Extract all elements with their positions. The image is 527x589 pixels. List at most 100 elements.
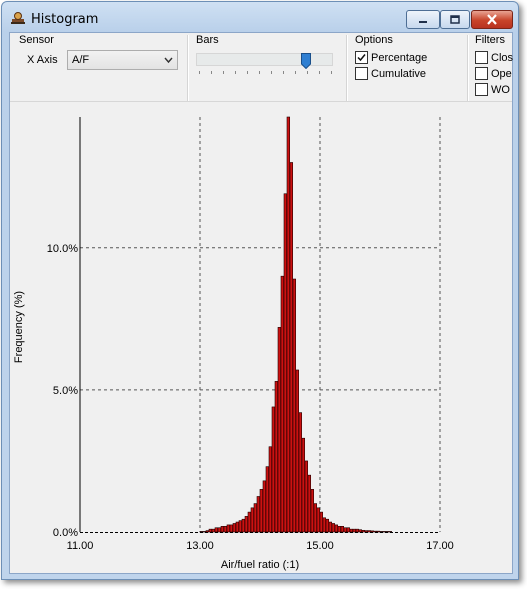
histogram-bar xyxy=(289,162,294,533)
y-axis-title: Frequency (%) xyxy=(13,291,25,363)
histogram-bar xyxy=(322,517,327,533)
histogram-bar xyxy=(382,531,387,533)
wot-label[interactable]: WO xyxy=(491,84,510,96)
x-axis-label: X Axis xyxy=(27,54,58,66)
histogram-bar xyxy=(232,523,237,533)
group-separator xyxy=(346,35,348,101)
close-icon xyxy=(487,14,497,25)
histogram-bar xyxy=(229,524,234,533)
title-bar[interactable]: Histogram xyxy=(2,2,518,36)
histogram-bar xyxy=(355,528,360,533)
histogram-bar xyxy=(217,527,222,533)
histogram-bar xyxy=(235,521,240,533)
histogram-bar xyxy=(256,496,261,533)
histogram-bar xyxy=(379,531,384,533)
group-separator xyxy=(187,35,189,101)
histogram-bar xyxy=(301,437,306,533)
bars-slider-thumb[interactable] xyxy=(301,53,311,69)
histogram-bar xyxy=(247,511,252,533)
histogram-bar xyxy=(352,528,357,533)
x-tick-label: 17.00 xyxy=(426,540,454,552)
histogram-bar xyxy=(244,516,249,533)
bars-slider-track[interactable] xyxy=(196,53,333,66)
cumulative-label[interactable]: Cumulative xyxy=(371,68,426,80)
histogram-bar xyxy=(337,526,342,533)
histogram-bar xyxy=(358,529,363,533)
histogram-bar xyxy=(361,529,366,533)
histogram-bar xyxy=(385,531,390,533)
histogram-bar xyxy=(388,531,393,533)
histogram-bar xyxy=(283,193,288,533)
histogram-bar xyxy=(286,116,291,533)
open-loop-label[interactable]: Ope xyxy=(491,68,512,80)
maximize-icon xyxy=(450,15,460,24)
histogram-bar xyxy=(268,446,273,533)
histogram-bar xyxy=(262,480,267,533)
histogram-bar xyxy=(238,520,243,533)
histogram-bar xyxy=(223,526,228,533)
histogram-bar xyxy=(319,511,324,533)
app-icon xyxy=(11,12,25,24)
minimize-icon xyxy=(419,20,427,23)
closed-loop-checkbox[interactable] xyxy=(475,51,488,64)
histogram-bar xyxy=(259,489,264,533)
filters-group-label: Filters xyxy=(475,34,505,46)
histogram-bar xyxy=(370,530,375,533)
chevron-down-icon xyxy=(164,57,173,64)
histogram-bar xyxy=(250,507,255,533)
histogram-bar xyxy=(364,530,369,533)
closed-loop-label[interactable]: Clos xyxy=(491,52,513,64)
histogram-bar xyxy=(211,528,216,533)
group-separator xyxy=(467,35,469,101)
histogram-bar xyxy=(310,489,315,533)
plot-area: 0.0% 5.0% 10.0% 11.00 13.00 15.00 17.00 Air/f… xyxy=(10,102,512,573)
histogram-bar xyxy=(271,406,276,533)
x-tick-label: 15.00 xyxy=(306,540,334,552)
toolbar-groups: Sensor X Axis A/F Bars Options Percentag… xyxy=(10,33,513,102)
histogram-bar xyxy=(220,526,225,533)
x-tick-label: 11.00 xyxy=(67,540,94,552)
options-group-label: Options xyxy=(355,34,393,46)
percentage-checkbox[interactable] xyxy=(355,51,368,64)
chart-grid xyxy=(80,117,441,532)
histogram-bar xyxy=(316,507,321,533)
histogram-bar xyxy=(367,530,372,533)
histogram-bar xyxy=(298,412,303,533)
window-title: Histogram xyxy=(31,12,99,27)
histogram-bar xyxy=(376,530,381,533)
open-loop-checkbox[interactable] xyxy=(475,67,488,80)
histogram-bar xyxy=(277,327,282,533)
histogram-bar xyxy=(334,524,339,533)
histogram-bar xyxy=(340,526,345,533)
maximize-button[interactable] xyxy=(440,10,470,29)
histogram-bar xyxy=(295,369,300,533)
x-tick-label: 13.00 xyxy=(186,540,214,552)
histogram-bar xyxy=(280,275,285,533)
histogram-bar xyxy=(307,474,312,533)
histogram-chart: 0.0% 5.0% 10.0% 11.00 13.00 15.00 17.00 Air/f… xyxy=(13,116,454,571)
minimize-button[interactable] xyxy=(406,10,440,29)
histogram-bar xyxy=(199,531,204,533)
histogram-bar xyxy=(202,531,207,533)
wot-checkbox[interactable] xyxy=(475,83,488,96)
histogram-bar xyxy=(205,530,210,533)
percentage-label[interactable]: Percentage xyxy=(371,52,427,64)
sensor-group-label: Sensor xyxy=(19,34,54,46)
x-axis-select[interactable]: A/F xyxy=(67,50,178,70)
close-button[interactable] xyxy=(471,10,513,29)
histogram-bar xyxy=(328,521,333,533)
chart-bars xyxy=(199,116,393,533)
histogram-bar xyxy=(325,518,330,533)
histogram-bar xyxy=(373,530,378,533)
histogram-bar xyxy=(274,381,279,533)
histogram-bar xyxy=(214,527,219,533)
histogram-bar xyxy=(346,527,351,533)
bars-slider-ticks xyxy=(199,71,332,74)
histogram-bar xyxy=(292,278,297,533)
histogram-bar xyxy=(253,503,258,533)
histogram-bar xyxy=(226,524,231,533)
y-tick-label: 10.0% xyxy=(47,243,78,255)
histogram-bar xyxy=(331,523,336,533)
histogram-bar xyxy=(313,503,318,533)
cumulative-checkbox[interactable] xyxy=(355,67,368,80)
